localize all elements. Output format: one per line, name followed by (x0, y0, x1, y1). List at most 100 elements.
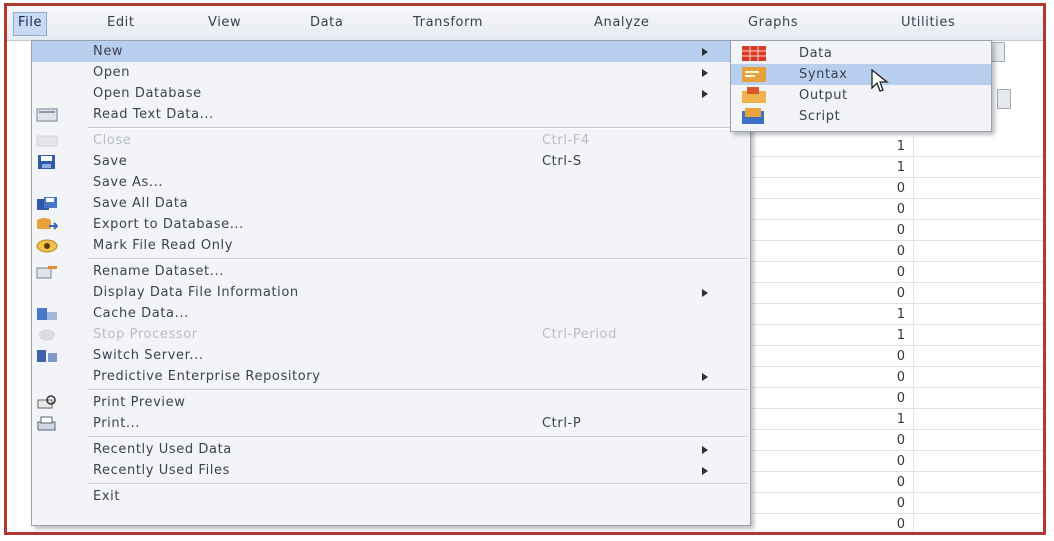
grid-cell-empty[interactable] (914, 304, 1043, 325)
grid-cell[interactable]: 0 (749, 430, 914, 451)
file-menu-item-open[interactable]: Open (32, 62, 750, 83)
file-menu-item-recently-used-files[interactable]: Recently Used Files (32, 460, 750, 481)
grid-cell[interactable]: 0 (749, 514, 914, 532)
submenu-arrow-icon (702, 289, 708, 297)
toolbar-button-partial[interactable] (997, 89, 1011, 109)
grid-cell-empty[interactable] (914, 514, 1043, 532)
grid-cell-empty[interactable] (914, 262, 1043, 283)
file-menu-item-rename-dataset[interactable]: Rename Dataset... (32, 261, 750, 282)
grid-cell-empty[interactable] (914, 346, 1043, 367)
file-menu-item-mark-file-read-only[interactable]: Mark File Read Only (32, 235, 750, 256)
menu-item-label: Script (799, 109, 841, 124)
grid-cell[interactable]: 0 (749, 367, 914, 388)
menu-file[interactable]: File (13, 12, 48, 36)
file-menu-item-new[interactable]: New (32, 41, 750, 62)
grid-cell-empty[interactable] (914, 472, 1043, 493)
submenu-arrow-icon (702, 48, 708, 56)
file-menu-item-predictive-enterprise-repository[interactable]: Predictive Enterprise Repository (32, 366, 750, 387)
menu-item-label: Stop Processor (93, 327, 198, 342)
file-menu-item-read-text-data[interactable]: Read Text Data... (32, 104, 750, 125)
grid-cell[interactable]: 0 (749, 472, 914, 493)
menu-item-label: Rename Dataset... (93, 264, 224, 279)
grid-cell[interactable]: 0 (749, 493, 914, 514)
file-menu-item-exit[interactable]: Exit (32, 486, 750, 507)
file-menu-item-save[interactable]: Save Ctrl-S (32, 151, 750, 172)
grid-cell-empty[interactable] (914, 409, 1043, 430)
file-menu-item-cache-data[interactable]: Cache Data... (32, 303, 750, 324)
grid-cell-empty[interactable] (914, 451, 1043, 472)
menu-item-shortcut: Ctrl-S (542, 154, 582, 169)
menu-item-label: Print Preview (93, 395, 186, 410)
menu-analyze[interactable]: Analyze (590, 12, 653, 34)
data-editor-icon (742, 46, 766, 61)
file-menu-item-recently-used-data[interactable]: Recently Used Data (32, 439, 750, 460)
stop-processor-icon (39, 329, 55, 341)
new-submenu-item-output[interactable]: Output (731, 85, 991, 106)
menu-item-label: Recently Used Data (93, 442, 232, 457)
grid-cell-empty[interactable] (914, 388, 1043, 409)
grid-cell-empty[interactable] (914, 157, 1043, 178)
read-only-icon (36, 239, 58, 253)
mouse-cursor-icon (871, 68, 889, 92)
grid-cell-empty[interactable] (914, 136, 1043, 157)
grid-cell[interactable]: 0 (749, 388, 914, 409)
grid-cell-empty[interactable] (914, 325, 1043, 346)
grid-cell[interactable]: 1 (749, 304, 914, 325)
submenu-arrow-icon (702, 467, 708, 475)
script-editor-icon (742, 108, 764, 124)
menu-edit[interactable]: Edit (103, 12, 139, 34)
grid-cell[interactable]: 1 (749, 157, 914, 178)
menu-item-label: Output (799, 88, 848, 103)
grid-cell[interactable]: 1 (749, 325, 914, 346)
file-menu-item-export-to-database[interactable]: Export to Database... (32, 214, 750, 235)
grid-cell[interactable]: 0 (749, 283, 914, 304)
submenu-arrow-icon (702, 69, 708, 77)
printer-icon (37, 416, 56, 431)
menu-item-label: Export to Database... (93, 217, 244, 232)
menu-data[interactable]: Data (306, 12, 347, 34)
new-submenu-item-script[interactable]: Script (731, 106, 991, 127)
file-menu-item-switch-server[interactable]: Switch Server... (32, 345, 750, 366)
file-menu-item-print-preview[interactable]: Print Preview (32, 392, 750, 413)
grid-cell[interactable]: 0 (749, 346, 914, 367)
grid-cell-empty[interactable] (914, 199, 1043, 220)
file-menu-item-open-database[interactable]: Open Database (32, 83, 750, 104)
submenu-arrow-icon (702, 446, 708, 454)
file-menu-item-save-all-data[interactable]: Save All Data (32, 193, 750, 214)
file-menu-item-save-as[interactable]: Save As... (32, 172, 750, 193)
grid-cell-empty[interactable] (914, 220, 1043, 241)
floppy-disk-icon (38, 155, 55, 169)
file-menu-item-print[interactable]: Print... Ctrl-P (32, 413, 750, 434)
grid-cell-empty[interactable] (914, 178, 1043, 199)
grid-cell-empty[interactable] (914, 367, 1043, 388)
menu-item-label: New (93, 44, 124, 59)
grid-cell[interactable]: 0 (749, 220, 914, 241)
toolbar-button-partial[interactable] (991, 42, 1005, 62)
menu-separator (88, 127, 748, 129)
export-database-icon (37, 218, 58, 230)
switch-server-icon (37, 350, 57, 362)
grid-cell[interactable]: 0 (749, 178, 914, 199)
submenu-arrow-icon (702, 373, 708, 381)
menu-view[interactable]: View (204, 12, 245, 34)
grid-cell-empty[interactable] (914, 493, 1043, 514)
new-submenu-item-syntax[interactable]: Syntax (731, 64, 991, 85)
grid-cell[interactable]: 0 (749, 199, 914, 220)
new-submenu-item-data[interactable]: Data (731, 43, 991, 64)
grid-cell-empty[interactable] (914, 430, 1043, 451)
grid-cell[interactable]: 0 (749, 262, 914, 283)
menu-item-label: Switch Server... (93, 348, 204, 363)
syntax-editor-icon (742, 67, 766, 82)
grid-cell[interactable]: 0 (749, 451, 914, 472)
grid-cell[interactable]: 0 (749, 241, 914, 262)
menu-item-label: Save (93, 154, 128, 169)
grid-cell-empty[interactable] (914, 241, 1043, 262)
menu-utilities[interactable]: Utilities (897, 12, 959, 34)
grid-cell-empty[interactable] (914, 283, 1043, 304)
menu-graphs[interactable]: Graphs (744, 12, 802, 34)
file-menu-item-stop-processor: Stop Processor Ctrl-Period (32, 324, 750, 345)
file-menu-item-display-data-file-information[interactable]: Display Data File Information (32, 282, 750, 303)
grid-cell[interactable]: 1 (749, 409, 914, 430)
grid-cell[interactable]: 1 (749, 136, 914, 157)
menu-transform[interactable]: Transform (409, 12, 487, 34)
